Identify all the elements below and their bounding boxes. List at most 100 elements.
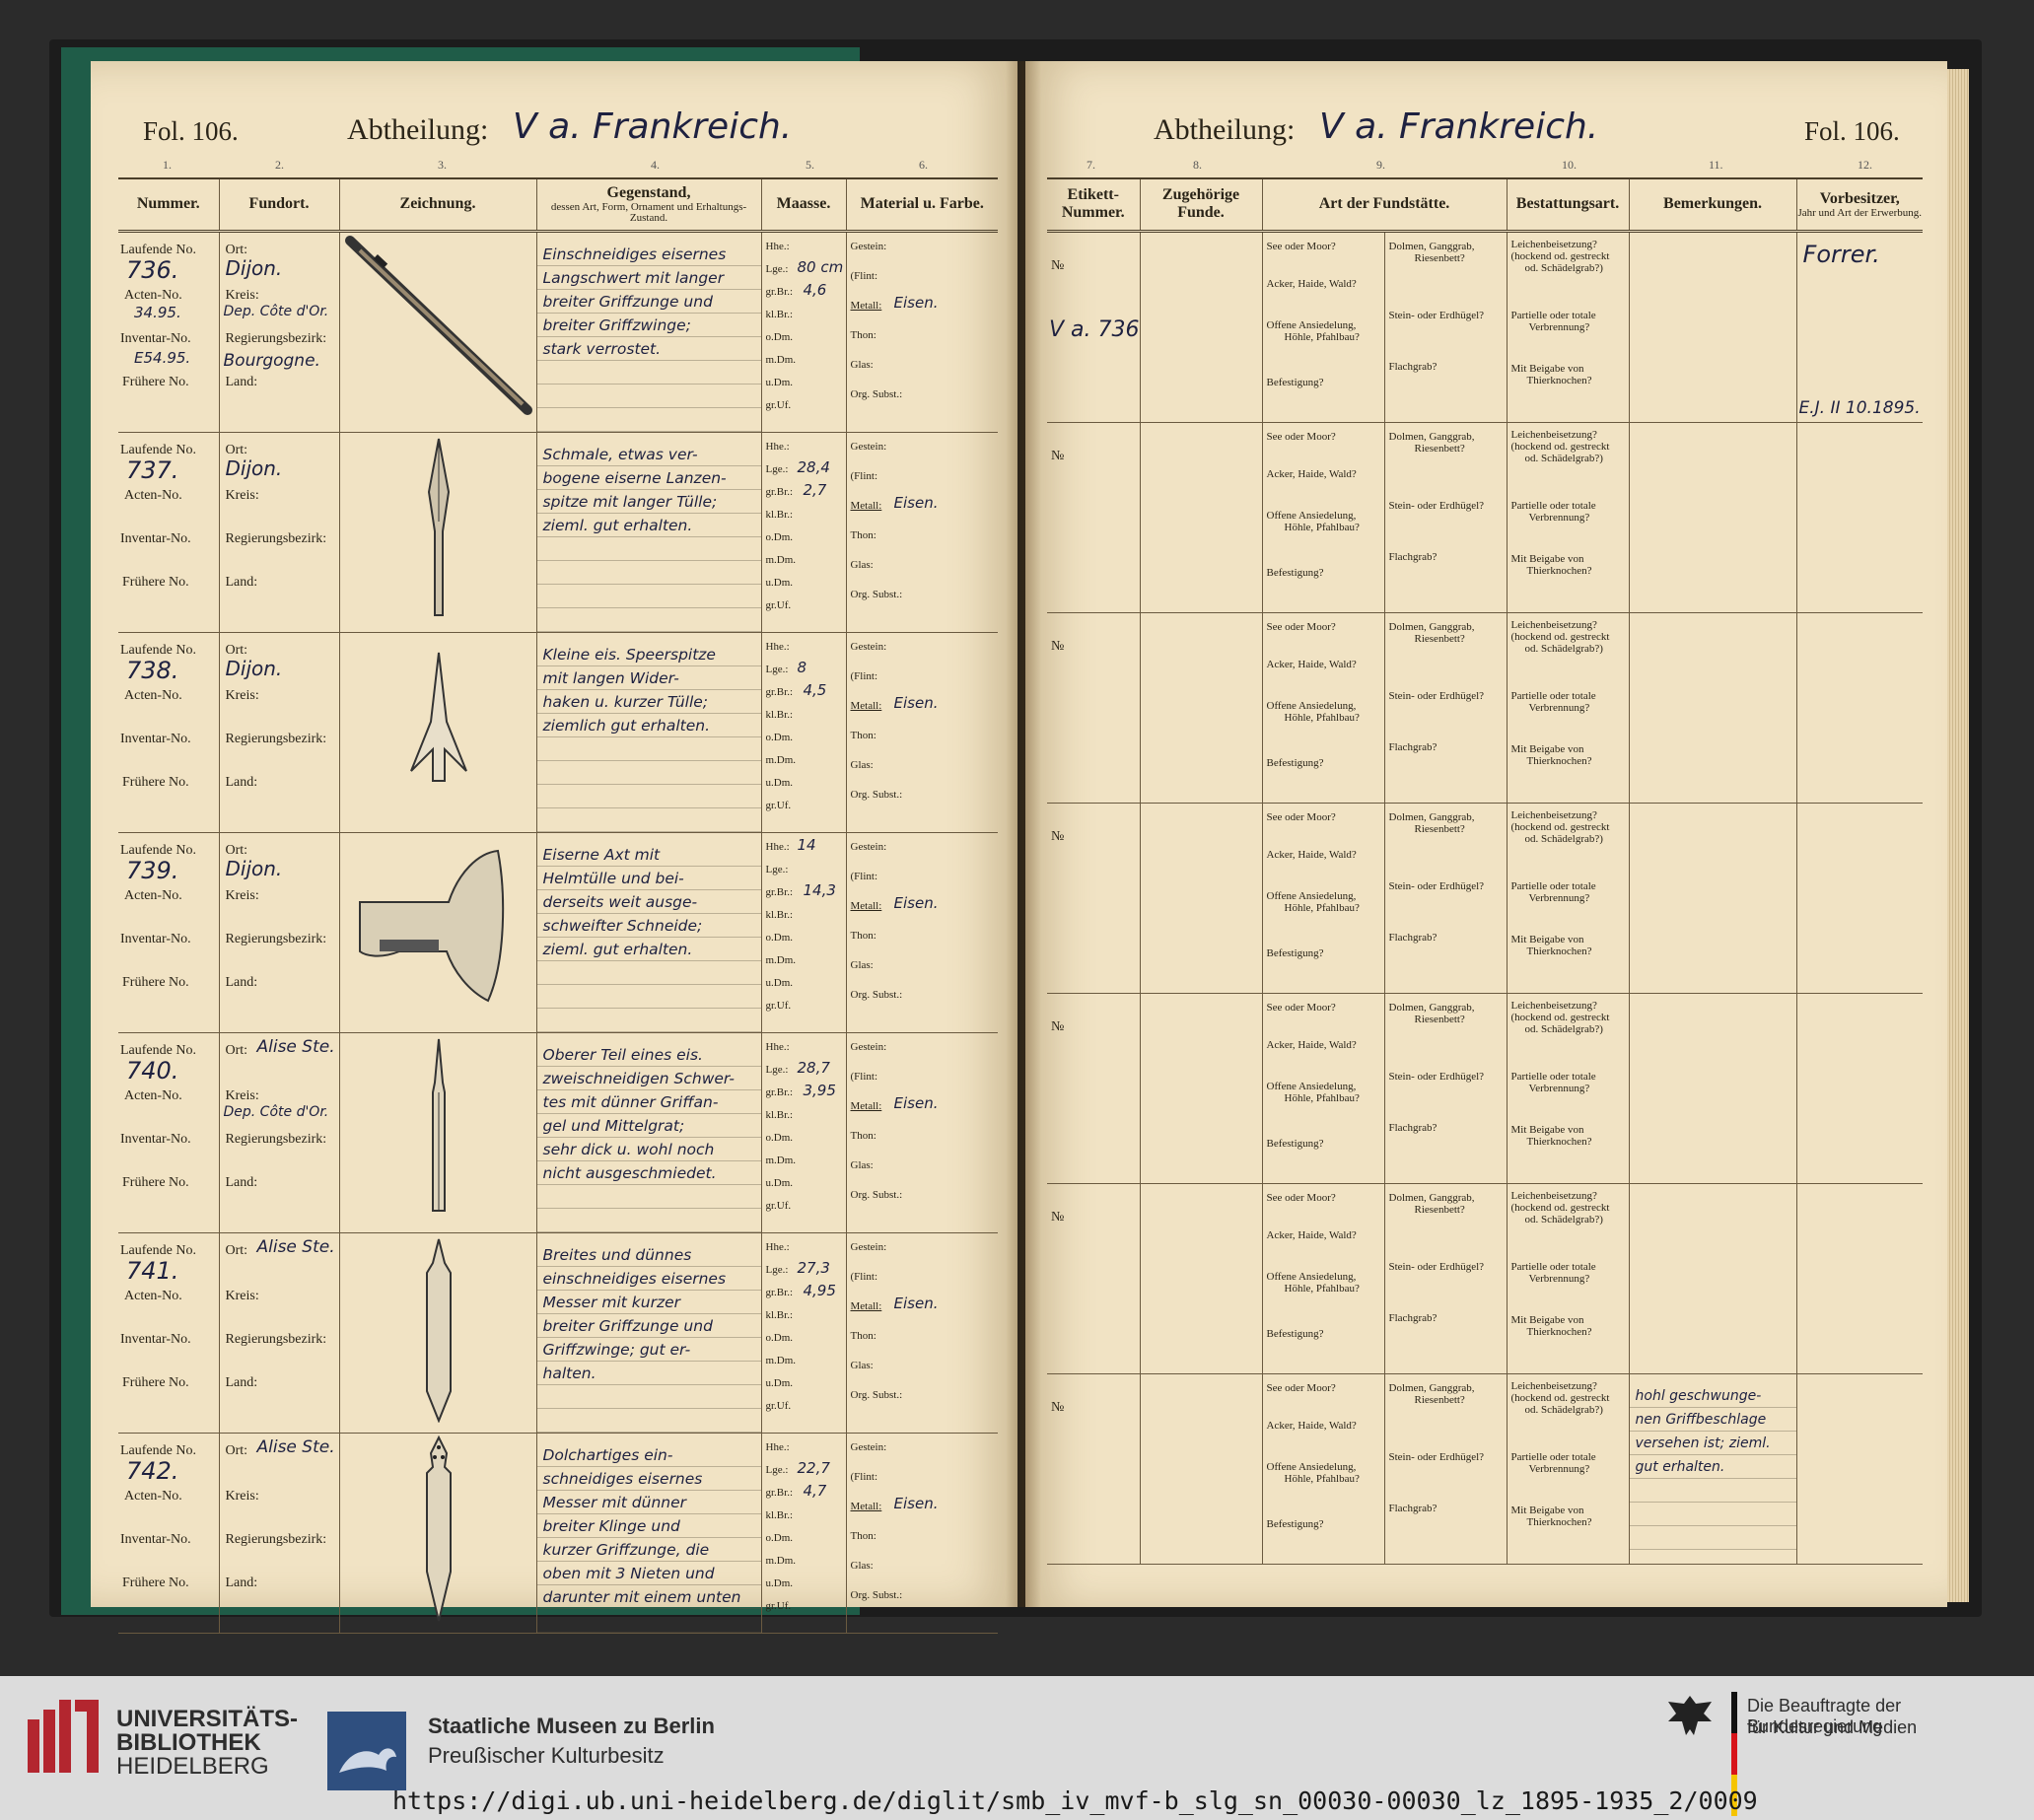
- maasse-label: kl.Br.:: [765, 908, 794, 921]
- material-cell: Gestein: (Flint: Metall: Thon: Glas: Org. Sub…: [846, 1232, 998, 1434]
- land-label: Land:: [225, 1575, 258, 1590]
- vorbesitzer-cell-inner: [1797, 804, 1924, 993]
- zeichnung-cell-inner: [340, 833, 536, 1022]
- gegenstand-cell: Eiserne Axt mit Helmtülle und bei-derseit…: [536, 832, 762, 1033]
- material-label: Metall:: [850, 1099, 882, 1112]
- etikett-cell: №: [1047, 1183, 1141, 1374]
- smb-name: Staatliche Museen zu Berlin: [428, 1714, 715, 1738]
- lge-value: 22,7: [797, 1458, 830, 1477]
- maasse-label: Hhe.:: [765, 1440, 790, 1453]
- maasse-label: Hhe.:: [765, 840, 790, 853]
- laufende-number: 737.: [126, 455, 179, 484]
- inventar-label: Inventar-No.: [120, 1531, 191, 1547]
- material-label: Glas:: [850, 1359, 874, 1371]
- land-value: Bourgogne.: [223, 350, 320, 371]
- regbez-label: Regierungsbezirk:: [225, 530, 327, 546]
- source-url[interactable]: https://digi.ub.uni-heidelberg.de/diglit…: [392, 1786, 1758, 1815]
- fruehere-label: Frühere No.: [122, 1374, 189, 1390]
- flag-red-stripe: [1731, 1733, 1737, 1775]
- bestattung-cell: Leichenbeisetzung? (hockend od. gestreckt…: [1507, 231, 1630, 423]
- vorbesitzer-cell: [1796, 1373, 1924, 1565]
- maasse-label: kl.Br.:: [765, 1308, 794, 1321]
- hockend-label: (hockend od. gestreckt: [1510, 249, 1610, 262]
- etikett-cell: №: [1047, 803, 1141, 994]
- gegenstand-line: breiter Griffzunge und: [542, 1316, 713, 1335]
- material-label: Gestein:: [850, 440, 887, 453]
- maasse-label: Lge.:: [765, 1263, 789, 1276]
- ledger-row-right: № See oder Moor? Acker, Haide, Wald? Offene…: [1047, 422, 1924, 613]
- see-label: See oder Moor?: [1266, 1001, 1336, 1014]
- befestigung-label: Befestigung?: [1266, 946, 1324, 959]
- maasse-label: gr.Uf.: [765, 999, 792, 1012]
- acten-label: Acten-No.: [124, 487, 182, 503]
- metall-value: Eisen.: [893, 1294, 939, 1312]
- material-cell-inner: Gestein: (Flint: Metall: Thon: Glas: Org. Sub…: [847, 433, 999, 622]
- grabtyp-cell: Dolmen, Ganggrab, Riesenbett? Stein- oder …: [1384, 1373, 1508, 1565]
- left-column-number: 3.: [438, 158, 447, 172]
- riesenbett-label: Riesenbett?: [1414, 251, 1465, 264]
- befestigung-label: Befestigung?: [1266, 756, 1324, 769]
- fundort-cell: Ort: Dijon. Kreis: Regierungsbezirk: Land:: [219, 632, 340, 833]
- metall-value: Eisen.: [893, 493, 939, 512]
- ledger-row: Laufende No. 742. Acten-No. Inventar-No. Frü…: [118, 1433, 999, 1634]
- lge-value: 8: [797, 658, 807, 676]
- material-cell-inner: Gestein: (Flint: Metall: Thon: Glas: Org. Sub…: [847, 633, 999, 822]
- ort-label: Ort:: [225, 1042, 248, 1058]
- gegenstand-line: zweischneidigen Schwer-: [542, 1069, 736, 1087]
- gegenstand-cell: Schmale, etwas ver-bogene eiserne Lanzen…: [536, 432, 762, 633]
- maasse-label: o.Dm.: [765, 1131, 794, 1144]
- gegenstand-line: zieml. gut erhalten.: [542, 940, 693, 958]
- zugehoerige-cell: [1140, 803, 1263, 994]
- fundstaette-cell: See oder Moor? Acker, Haide, Wald? Offene …: [1262, 1183, 1385, 1374]
- bestattung-cell-inner: Leichenbeisetzung? (hockend od. gestreckt…: [1508, 423, 1629, 612]
- acker-label: Acker, Haide, Wald?: [1266, 658, 1357, 670]
- metall-value: Eisen.: [893, 1093, 939, 1112]
- acten-label: Acten-No.: [124, 1087, 182, 1103]
- material-label: Thon:: [850, 1529, 877, 1542]
- etikett-cell: №: [1047, 993, 1141, 1184]
- ledger-row-right: № See oder Moor? Acker, Haide, Wald? Offene…: [1047, 1183, 1924, 1374]
- arrow-drawing-icon: [409, 652, 467, 782]
- gegenstand-line: ziemlich gut erhalten.: [542, 716, 711, 735]
- lge-value: 80 cm: [797, 257, 844, 276]
- bestattung-cell-inner: Leichenbeisetzung? (hockend od. gestreckt…: [1508, 804, 1629, 993]
- leichen-label: Leichenbeisetzung?: [1510, 1379, 1597, 1392]
- befestigung-label: Befestigung?: [1266, 566, 1324, 579]
- gegenstand-line: kurzer Griffzunge, die: [542, 1540, 710, 1559]
- verbrennung-label: Verbrennung?: [1528, 1462, 1590, 1475]
- maasse-label: u.Dm.: [765, 1576, 794, 1589]
- thierknochen-label: Thierknochen?: [1526, 754, 1592, 767]
- ledger-row-right: № See oder Moor? Acker, Haide, Wald? Offene…: [1047, 1373, 1924, 1565]
- etikett-cell: №: [1047, 422, 1141, 613]
- zugehoerige-cell-inner: [1141, 613, 1262, 803]
- kreis-label: Kreis:: [225, 687, 259, 703]
- leichen-label: Leichenbeisetzung?: [1510, 999, 1597, 1012]
- verbrennung-label: Verbrennung?: [1528, 1082, 1590, 1094]
- verbrennung-label: Verbrennung?: [1528, 1272, 1590, 1285]
- maasse-label: o.Dm.: [765, 1331, 794, 1344]
- material-label: Glas:: [850, 1158, 874, 1171]
- gegenstand-cell: Kleine eis. Speerspitze mit langen Wider-…: [536, 632, 762, 833]
- header-maasse: Maasse.: [761, 179, 847, 233]
- gegenstand-text: Dolchartiges ein-schneidiges eisernes Mes…: [536, 1433, 760, 1632]
- inventar-label: Inventar-No.: [120, 1331, 191, 1347]
- dagger-drawing-icon: [425, 1435, 452, 1621]
- no-mark: №: [1051, 638, 1065, 654]
- material-cell-inner: Gestein: (Flint: Metall: Thon: Glas: Org. Sub…: [847, 1434, 999, 1623]
- etikett-cell: №: [1047, 612, 1141, 804]
- beigabe-label: Mit Beigabe von: [1510, 1313, 1584, 1326]
- material-label: (Flint:: [850, 1470, 878, 1483]
- partielle-label: Partielle oder totale: [1510, 1260, 1596, 1273]
- regbez-label: Regierungsbezirk:: [225, 1131, 327, 1147]
- verbrennung-label: Verbrennung?: [1528, 320, 1590, 333]
- fundort-cell-inner: Ort: Alise Ste. R. Kreis: Regierungsbezirk:…: [220, 1434, 339, 1623]
- fundort-cell: Ort: Alise Ste. Reine. Kreis:Dep. Côte d'O…: [219, 1032, 340, 1233]
- material-label: (Flint:: [850, 870, 878, 882]
- gegenstand-line: Breites und dünnes: [542, 1245, 692, 1264]
- left-abtheilung-label: Abtheilung:: [347, 113, 489, 146]
- ledger-row: Laufende No. 740. Acten-No. Inventar-No. Frü…: [118, 1032, 998, 1233]
- no-mark: №: [1051, 1399, 1065, 1415]
- grbr-value: 4,95: [803, 1281, 836, 1299]
- grabtyp-cell-inner: Dolmen, Ganggrab, Riesenbett? Stein- oder …: [1385, 994, 1507, 1183]
- maasse-label: gr.Uf.: [765, 598, 792, 611]
